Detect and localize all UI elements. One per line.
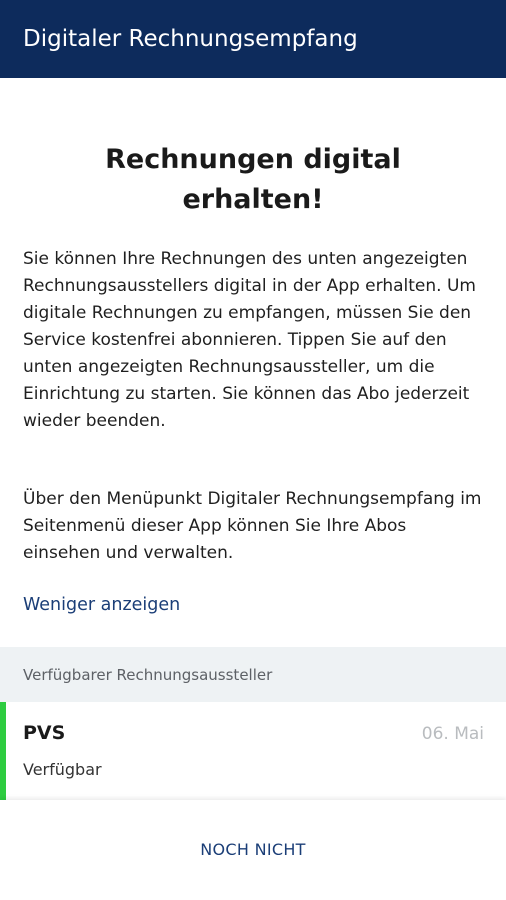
not-now-button[interactable]: NOCH NICHT bbox=[153, 824, 353, 874]
info-paragraph-2: Über den Menüpunkt Digitaler Rechnungsem… bbox=[23, 489, 482, 563]
headline-line-2: erhalten! bbox=[182, 184, 324, 215]
main-content[interactable]: Rechnungen digital erhalten! Sie können … bbox=[0, 78, 506, 800]
issuer-list-item[interactable]: PVS 06. Mai Verfügbar bbox=[0, 702, 506, 800]
app-bar: Digitaler Rechnungsempfang bbox=[0, 0, 506, 78]
page-headline: Rechnungen digital erhalten! bbox=[40, 140, 466, 220]
issuer-status: Verfügbar bbox=[23, 760, 102, 779]
info-paragraph-1: Sie können Ihre Rechnungen des unten ang… bbox=[23, 249, 476, 431]
show-less-link[interactable]: Weniger anzeigen bbox=[23, 592, 180, 619]
issuer-name: PVS bbox=[23, 722, 66, 744]
section-header-issuers: Verfügbarer Rechnungsaussteller bbox=[0, 647, 506, 702]
app-title: Digitaler Rechnungsempfang bbox=[23, 26, 358, 52]
headline-line-1: Rechnungen digital bbox=[105, 144, 401, 175]
issuer-date: 06. Mai bbox=[421, 724, 484, 744]
available-accent-bar bbox=[0, 702, 6, 800]
section-title: Verfügbarer Rechnungsaussteller bbox=[23, 665, 273, 684]
bottom-action-bar: NOCH NICHT bbox=[0, 800, 506, 900]
